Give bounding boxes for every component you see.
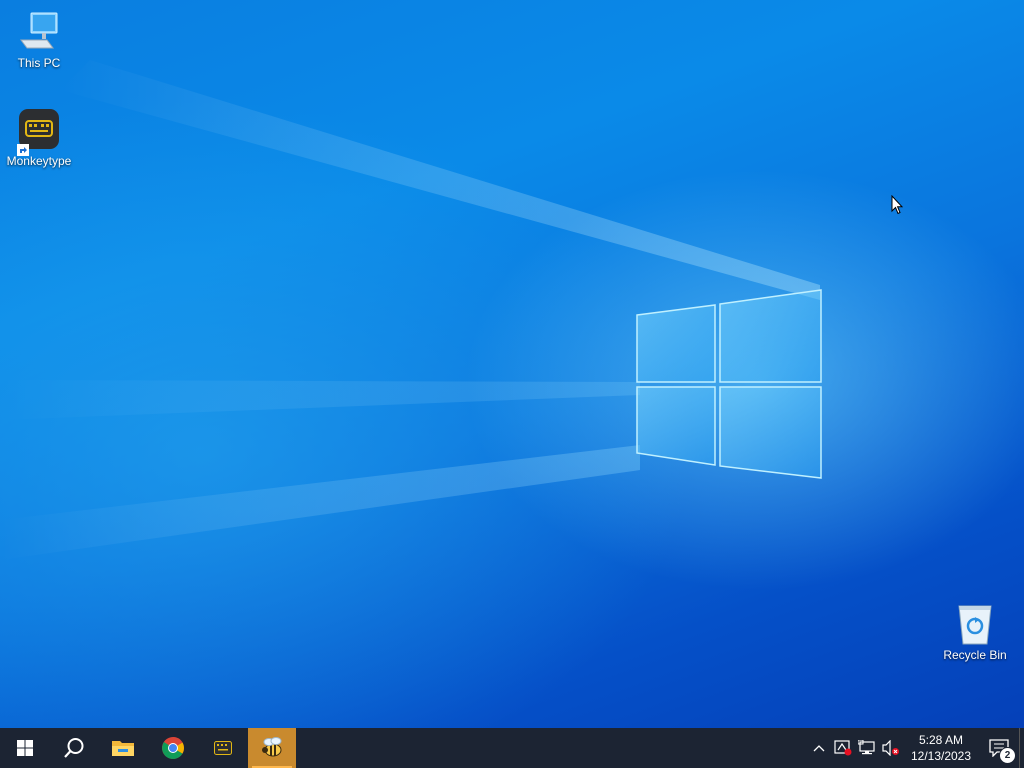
clock-time: 5:28 AM	[918, 733, 964, 747]
security-tray-button[interactable]	[831, 728, 855, 768]
app-button[interactable]	[248, 728, 296, 768]
desktop-icon-recycle-bin[interactable]: Recycle Bin	[937, 602, 1013, 662]
desktop-icon-this-pc[interactable]: This PC	[1, 10, 77, 70]
monkeytype-icon	[17, 108, 61, 156]
volume-tray-button[interactable]	[879, 728, 903, 768]
windows-logo-icon	[17, 740, 33, 756]
start-button[interactable]	[0, 728, 50, 768]
desktop: This PC Monkeytype Recycle Bin	[0, 0, 1024, 728]
recycle-bin-icon	[953, 602, 997, 646]
network-tray-button[interactable]	[855, 728, 879, 768]
this-pc-icon	[17, 10, 61, 54]
notification-count-badge: 2	[999, 747, 1016, 764]
system-tray: 5:28 AM 12/13/2023 2	[807, 728, 1024, 768]
desktop-icon-label: Recycle Bin	[943, 648, 1007, 662]
monkeytype-button[interactable]	[198, 728, 248, 768]
shortcut-arrow-icon	[17, 144, 29, 156]
mouse-cursor-icon	[891, 195, 903, 215]
bee-icon	[262, 737, 282, 757]
file-explorer-button[interactable]	[98, 728, 148, 768]
folder-icon	[112, 741, 134, 756]
chrome-button[interactable]	[148, 728, 198, 768]
chevron-up-icon	[813, 745, 825, 752]
taskbar: 5:28 AM 12/13/2023 2	[0, 728, 1024, 768]
monkeytype-icon	[214, 741, 232, 755]
desktop-icon-label: Monkeytype	[6, 154, 72, 168]
chrome-icon	[162, 737, 184, 759]
clock[interactable]: 5:28 AM 12/13/2023	[903, 732, 979, 764]
wallpaper-light-rays	[0, 60, 820, 560]
security-warning-icon	[834, 740, 852, 756]
action-center-button[interactable]: 2	[979, 728, 1019, 768]
wallpaper-windows-logo	[636, 289, 822, 479]
search-button[interactable]	[50, 728, 98, 768]
volume-muted-icon	[882, 740, 899, 756]
clock-date: 12/13/2023	[910, 749, 972, 763]
show-desktop-button[interactable]	[1019, 728, 1024, 768]
desktop-icon-monkeytype[interactable]: Monkeytype	[1, 108, 77, 168]
network-icon	[858, 740, 875, 755]
search-icon	[64, 738, 84, 758]
show-hidden-icons-button[interactable]	[807, 728, 831, 768]
desktop-icon-label: This PC	[17, 56, 61, 70]
